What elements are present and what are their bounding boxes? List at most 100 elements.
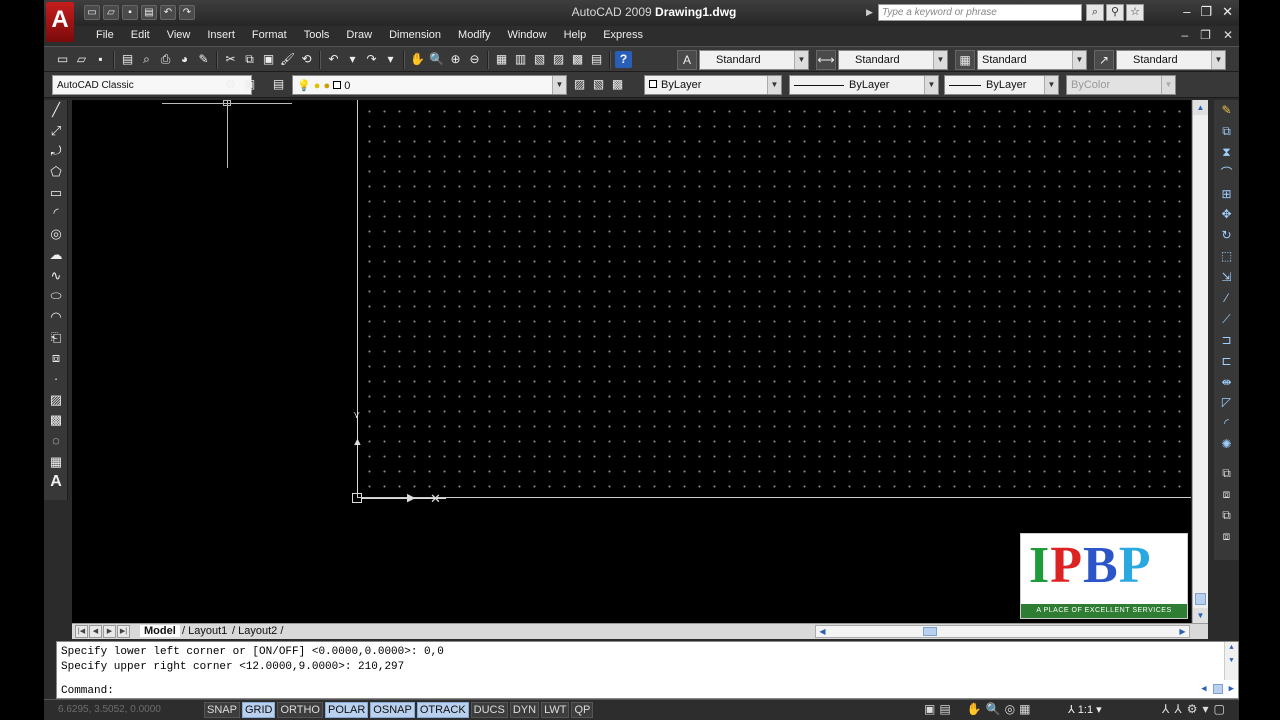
- ellipse-arc-icon[interactable]: ◠: [44, 307, 68, 328]
- array-icon[interactable]: ⊞: [1214, 184, 1239, 205]
- make-block-icon[interactable]: ⧈: [44, 348, 68, 369]
- clean-screen-icon[interactable]: ▢: [1213, 702, 1224, 716]
- horizontal-scroll-thumb[interactable]: [923, 627, 937, 636]
- undo-dropdown-icon[interactable]: ▾: [344, 51, 361, 68]
- toggle-grid[interactable]: GRID: [241, 702, 276, 718]
- toggle-polar[interactable]: POLAR: [325, 702, 369, 718]
- previous-tab-icon[interactable]: ◀: [89, 625, 102, 638]
- layer-previous-icon[interactable]: ▧: [590, 76, 607, 93]
- gradient-icon[interactable]: ▩: [44, 410, 68, 431]
- scroll-up-icon[interactable]: ▲: [1225, 642, 1238, 655]
- menu-format[interactable]: Format: [244, 29, 296, 41]
- join-icon[interactable]: ⇼: [1214, 372, 1239, 393]
- insert-block-icon[interactable]: ⎗: [44, 328, 68, 349]
- toggle-lwt[interactable]: LWT: [541, 702, 570, 718]
- search-icon[interactable]: ⌕: [1086, 4, 1104, 21]
- scroll-left-icon[interactable]: ◀: [816, 626, 829, 637]
- draworder-under-icon[interactable]: ⧈: [1214, 526, 1239, 547]
- last-tab-icon[interactable]: ▶|: [117, 625, 130, 638]
- text-style-icon[interactable]: A: [677, 50, 697, 70]
- lineweight-select[interactable]: ByLayer ▼: [944, 75, 1059, 95]
- menu-file[interactable]: File: [88, 29, 123, 41]
- showmotion-icon[interactable]: ▦: [1019, 702, 1030, 716]
- construction-line-icon[interactable]: ⤢: [44, 121, 68, 142]
- make-current-layer-icon[interactable]: ▨: [571, 76, 588, 93]
- mleader-style-select[interactable]: Standard ▼: [1116, 50, 1226, 70]
- layer-states-icon[interactable]: ▩: [609, 76, 626, 93]
- tab-model[interactable]: Model: [140, 625, 180, 637]
- design-center-icon[interactable]: ▥: [512, 51, 529, 68]
- zoom-icon[interactable]: 🔍: [986, 702, 1001, 716]
- explode-icon[interactable]: ✺: [1214, 434, 1239, 455]
- command-horizontal-scroll[interactable]: ◀ ▶: [1178, 681, 1238, 697]
- plot-preview-icon[interactable]: ⌕: [138, 51, 155, 68]
- communication-center-icon[interactable]: ⚲: [1106, 4, 1124, 21]
- table-icon[interactable]: ▦: [44, 452, 68, 473]
- quickcalc-icon[interactable]: ▤: [588, 51, 605, 68]
- scroll-thumb-icon[interactable]: [1212, 684, 1223, 694]
- menu-view[interactable]: View: [159, 29, 200, 41]
- tray-settings-icon[interactable]: ▾: [1202, 702, 1208, 716]
- break-icon[interactable]: ⊏: [1214, 351, 1239, 372]
- vertical-scrollbar[interactable]: ▲ ▼: [1192, 100, 1208, 623]
- zoom-realtime-icon[interactable]: 🔍: [428, 51, 445, 68]
- undo-icon[interactable]: ↶: [325, 51, 342, 68]
- model-space-icon[interactable]: ▣: [924, 702, 935, 716]
- rectangle-icon[interactable]: ▭: [44, 183, 68, 204]
- stretch-icon[interactable]: ⇲: [1214, 267, 1239, 288]
- save-icon[interactable]: ▪: [92, 51, 109, 68]
- rotate-icon[interactable]: ↻: [1214, 225, 1239, 246]
- open-icon[interactable]: ▱: [103, 5, 119, 20]
- scroll-right-icon[interactable]: ▶: [1176, 626, 1189, 637]
- pan-icon[interactable]: ✋: [409, 51, 426, 68]
- tool-palettes-icon[interactable]: ▧: [531, 51, 548, 68]
- search-input[interactable]: Type a keyword or phrase: [878, 4, 1082, 21]
- search-expand-icon[interactable]: ▶: [866, 7, 873, 18]
- print-icon[interactable]: ▤: [141, 5, 157, 20]
- help-icon[interactable]: ?: [615, 51, 632, 68]
- scroll-down-icon[interactable]: ▼: [1225, 655, 1238, 668]
- scroll-left-icon[interactable]: ◀: [1201, 684, 1206, 694]
- tab-layout2[interactable]: / Layout2 /: [232, 625, 283, 637]
- move-icon[interactable]: ✥: [1214, 204, 1239, 225]
- favorites-star-icon[interactable]: ☆: [1126, 4, 1144, 21]
- horizontal-scrollbar[interactable]: ◀ ▶: [815, 625, 1190, 638]
- polyline-icon[interactable]: ⤾: [44, 141, 68, 162]
- revision-cloud-icon[interactable]: ☁: [44, 245, 68, 266]
- paste-icon[interactable]: ▣: [260, 51, 277, 68]
- menu-draw[interactable]: Draw: [338, 29, 381, 41]
- chamfer-icon[interactable]: ◸: [1214, 392, 1239, 413]
- menu-dimension[interactable]: Dimension: [381, 29, 450, 41]
- scale-icon[interactable]: ⬚: [1214, 246, 1239, 267]
- plot-icon[interactable]: ▤: [119, 51, 136, 68]
- circle-icon[interactable]: ◎: [44, 224, 68, 245]
- command-prompt[interactable]: Command:: [61, 685, 114, 697]
- annotation-scale[interactable]: ⅄ 1:1 ▾: [1068, 703, 1102, 716]
- toggle-osnap[interactable]: OSNAP: [370, 702, 415, 718]
- workspace-settings-icon[interactable]: ⚙: [222, 76, 239, 93]
- next-tab-icon[interactable]: ▶: [103, 625, 116, 638]
- draworder-above-icon[interactable]: ⧉: [1214, 505, 1239, 526]
- text-style-select[interactable]: Standard ▼: [699, 50, 809, 70]
- ellipse-icon[interactable]: ⬭: [44, 286, 68, 307]
- extend-icon[interactable]: ⟋: [1214, 309, 1239, 330]
- menu-tools[interactable]: Tools: [296, 29, 339, 41]
- 3d-dwf-icon[interactable]: ◕: [176, 51, 193, 68]
- doc-restore-icon[interactable]: ❐: [1200, 28, 1211, 42]
- arc-icon[interactable]: ◜: [44, 203, 68, 224]
- match-properties-icon[interactable]: 🖌: [279, 51, 296, 68]
- scroll-right-icon[interactable]: ▶: [1229, 684, 1234, 694]
- vertical-scroll-thumb[interactable]: [1195, 593, 1206, 605]
- workspace-save-icon[interactable]: ▣: [241, 76, 258, 93]
- layer-properties-icon[interactable]: ▤: [270, 76, 287, 93]
- layout-icon[interactable]: ▤: [939, 702, 950, 716]
- menu-modify[interactable]: Modify: [450, 29, 499, 41]
- auto-scale-icon[interactable]: ⅄: [1174, 702, 1181, 716]
- break-at-point-icon[interactable]: ⊐: [1214, 330, 1239, 351]
- zoom-window-icon[interactable]: ⊕: [447, 51, 464, 68]
- redo-dropdown-icon[interactable]: ▾: [382, 51, 399, 68]
- coordinate-display[interactable]: 6.6295, 3.5052, 0.0000: [58, 704, 161, 715]
- zoom-previous-icon[interactable]: ⊖: [466, 51, 483, 68]
- menu-insert[interactable]: Insert: [199, 29, 244, 41]
- draworder-front-icon[interactable]: ⧉: [1214, 463, 1239, 484]
